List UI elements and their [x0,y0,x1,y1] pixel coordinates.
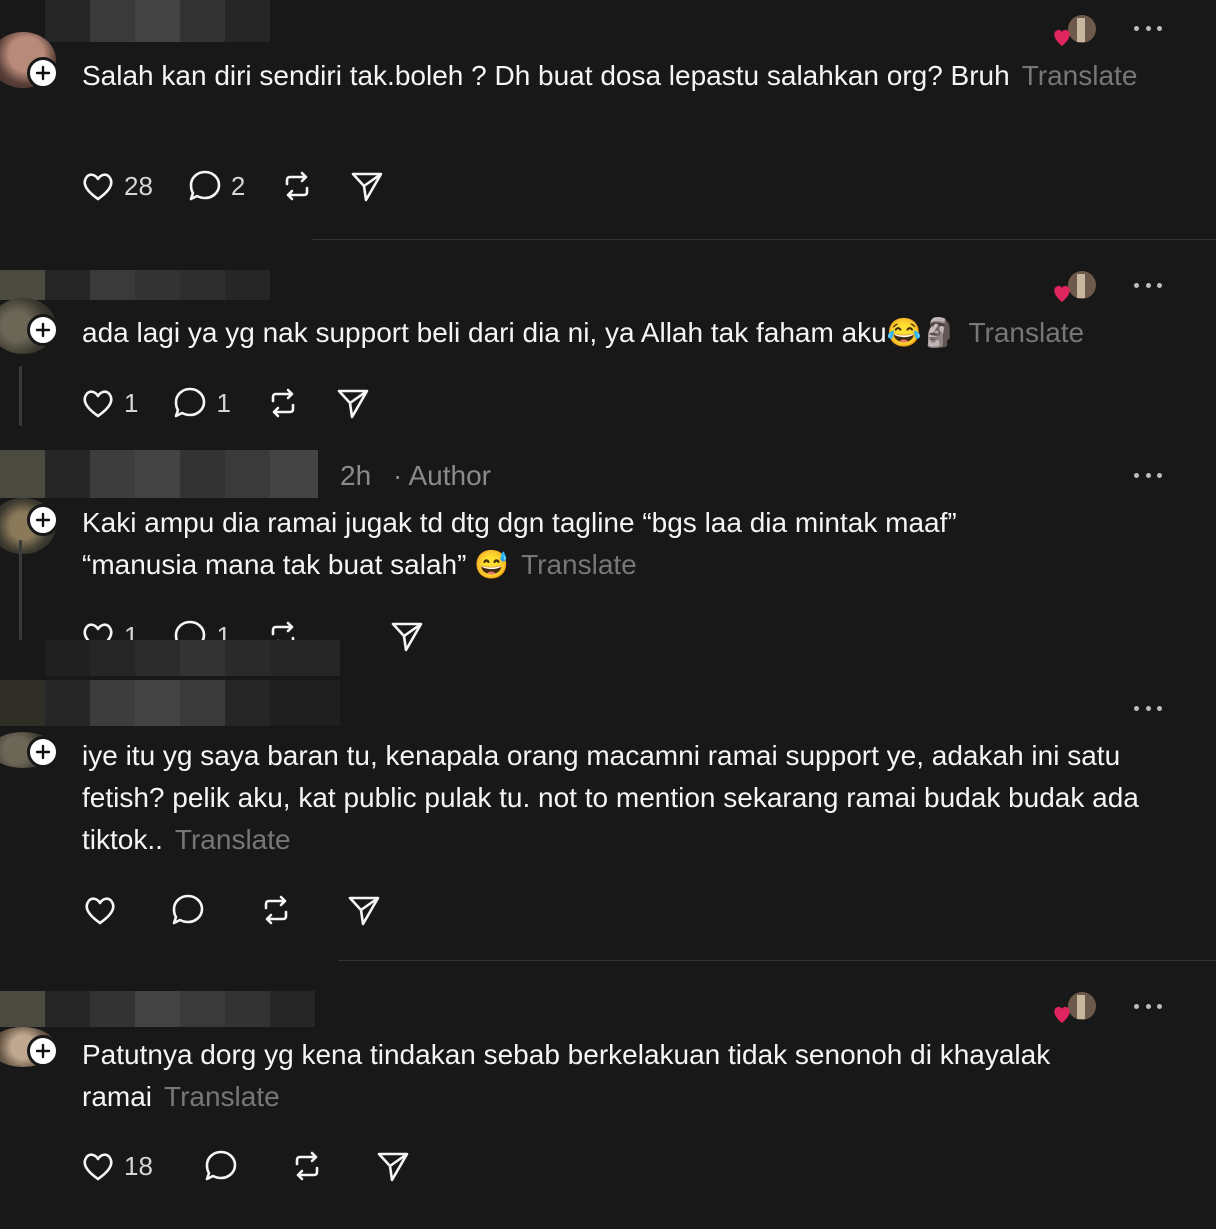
like-button[interactable]: 1 [80,385,138,421]
send-icon [377,1152,409,1182]
thread-line [19,366,22,426]
translate-link[interactable]: Translate [164,1081,280,1112]
follow-plus-icon[interactable] [27,504,59,536]
send-icon [352,172,383,202]
post-3: 2h · Author Kaki ampu dia ramai jugak td… [0,430,1216,652]
follow-plus-icon[interactable] [27,314,59,346]
heart-icon [83,623,113,640]
reply-count: 2 [230,170,246,201]
comment-icon [175,620,206,640]
follow-plus-icon[interactable] [27,57,59,89]
more-options-icon[interactable] [1134,26,1162,34]
send-icon [337,389,369,419]
repost-icon [264,895,288,925]
like-count: 1 [124,387,139,418]
repost-icon [271,621,295,640]
username-pixelated [0,640,340,730]
repost-icon [295,1151,319,1181]
comment-icon [189,170,221,201]
like-button[interactable] [82,892,118,928]
action-bar: 1 1 [80,385,405,421]
post-text: ada lagi ya yg nak support beli dari dia… [82,317,1085,348]
translate-link[interactable]: Translate [521,549,637,580]
repost-button[interactable] [265,385,301,421]
translate-link[interactable]: Translate [175,824,291,855]
follow-plus-icon[interactable] [27,736,59,768]
more-options-icon[interactable] [1134,283,1162,291]
like-count: 28 [124,170,153,201]
send-icon [348,896,380,926]
post-time: 2h [340,460,372,491]
post-5: Patutnya dorg yg kena tindakan sebab ber… [0,961,1216,1229]
post-text: Salah kan diri sendiri tak.boleh ? Dh bu… [82,60,1138,91]
post-meta: 2h · Author [340,460,491,492]
comment-icon [205,1150,237,1181]
post-text: Patutnya dorg yg kena tindakan sebab ber… [82,1039,1051,1112]
post-4: iye itu yg saya baran tu, kenapala orang… [0,640,1216,960]
repost-button[interactable] [279,168,315,204]
author-liked-icon [1050,991,1100,1025]
username-pixelated [0,991,315,1027]
share-button[interactable] [375,1148,411,1184]
action-bar: 18 [80,1148,445,1184]
reply-button[interactable]: 2 [187,168,245,204]
repost-button[interactable] [289,1148,325,1184]
heart-icon [83,173,113,201]
reply-button[interactable]: 1 [172,618,231,641]
repost-button[interactable] [265,618,301,640]
reply-count: 1 [216,620,231,641]
share-button[interactable] [346,892,382,928]
heart-icon [85,897,115,925]
author-liked-icon [1050,270,1100,304]
heart-icon [83,1153,113,1181]
reply-button[interactable] [170,892,206,928]
share-button[interactable] [335,385,371,421]
follow-plus-icon[interactable] [27,1035,59,1067]
username-pixelated [0,270,270,300]
translate-link[interactable]: Translate [1022,60,1138,91]
like-count: 1 [124,620,139,641]
comment-icon [172,894,204,925]
more-options-icon[interactable] [1134,706,1162,714]
repost-button[interactable] [258,892,294,928]
more-options-icon[interactable] [1134,473,1162,481]
username-pixelated [0,450,318,498]
like-button[interactable]: 18 [80,1148,153,1184]
username-pixelated [45,0,270,42]
post-text: iye itu yg saya baran tu, kenapala orang… [82,740,1139,855]
heart-icon [83,390,113,418]
thread-line [19,540,22,640]
translate-link[interactable]: Translate [968,317,1084,348]
action-bar: 28 2 [80,168,419,204]
action-bar: 1 1 [80,618,335,640]
more-options-icon[interactable] [1134,1004,1162,1012]
reply-count: 1 [216,387,231,418]
post-2: ada lagi ya yg nak support beli dari dia… [0,240,1216,430]
action-bar [82,892,416,928]
like-button[interactable]: 1 [80,618,138,640]
author-label: · Author [392,460,491,491]
reply-button[interactable] [203,1148,239,1184]
share-button[interactable] [349,168,385,204]
repost-icon [271,388,295,418]
like-count: 18 [124,1150,153,1181]
author-liked-icon [1050,14,1100,48]
comment-icon [175,387,206,418]
like-button[interactable]: 28 [80,168,153,204]
repost-icon [286,171,309,201]
reply-button[interactable]: 1 [172,385,231,421]
post-text: Kaki ampu dia ramai jugak td dtg dgn tag… [82,507,957,580]
post-1: Salah kan diri sendiri tak.boleh ? Dh bu… [0,0,1216,240]
